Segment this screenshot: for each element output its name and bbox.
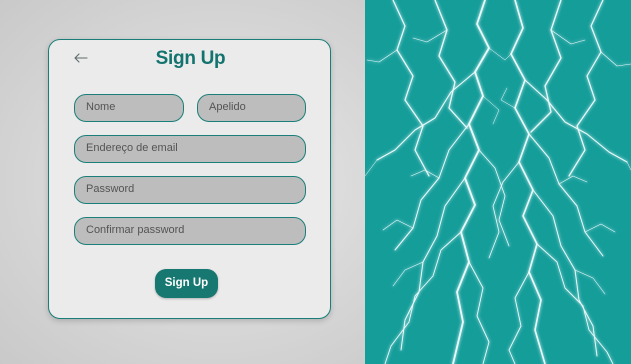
confirm-password-input[interactable]: Confirmar password xyxy=(74,217,306,245)
sign-up-button[interactable]: Sign Up xyxy=(155,269,218,298)
lightning-image xyxy=(365,0,631,364)
email-input[interactable]: Endereço de email xyxy=(74,135,306,163)
first-name-input[interactable]: Nome xyxy=(74,94,184,122)
lightning-illustration xyxy=(365,0,631,364)
page-title: Sign Up xyxy=(155,48,226,69)
signup-card: Sign Up Nome Apelido Endereço de email P… xyxy=(48,39,331,319)
password-input[interactable]: Password xyxy=(74,176,306,204)
last-name-input[interactable]: Apelido xyxy=(197,94,306,122)
